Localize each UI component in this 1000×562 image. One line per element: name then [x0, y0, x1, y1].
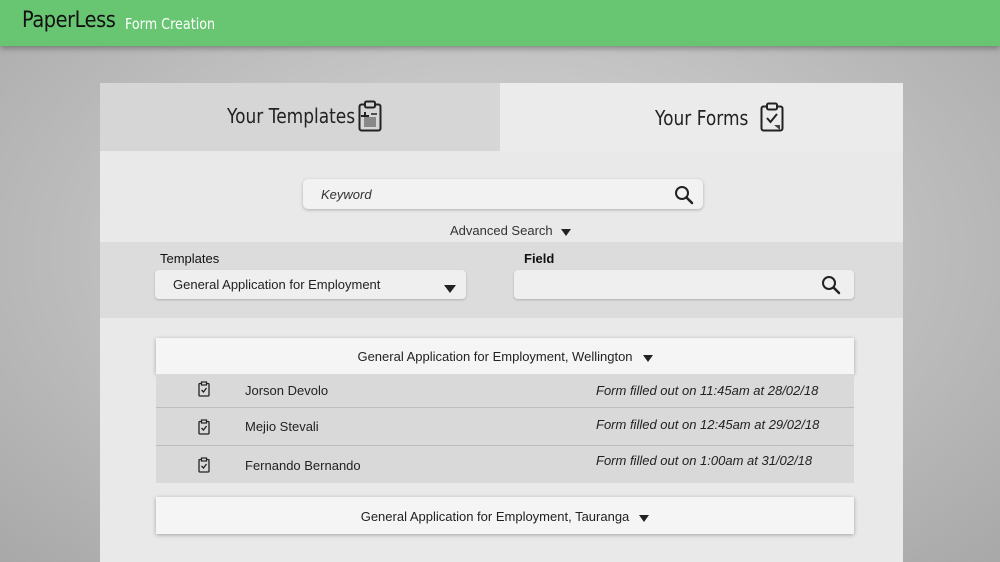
applicant-name: Jorson Devolo	[245, 383, 329, 398]
group-header-wellington[interactable]: General Application for Employment, Well…	[156, 338, 854, 374]
group-title: General Application for Employment, Well…	[357, 349, 633, 364]
filled-timestamp: Form filled out on 11:45am at 28/02/18	[596, 383, 819, 398]
templates-filter-label: Templates	[160, 251, 220, 266]
search-icon[interactable]	[674, 185, 694, 210]
search-icon[interactable]	[821, 275, 841, 300]
advanced-filters: Templates General Application for Employ…	[100, 242, 903, 318]
advanced-search-toggle[interactable]: Advanced Search	[450, 223, 571, 239]
clipboard-check-icon	[198, 457, 210, 478]
caret-down-icon	[444, 280, 456, 298]
tab-label: Your Forms	[655, 106, 749, 130]
templates-selected-value: General Application for Employment	[173, 277, 381, 292]
caret-down-icon	[560, 224, 571, 239]
filled-timestamp: Form filled out on 12:45am at 29/02/18	[596, 417, 820, 432]
group-header-tauranga[interactable]: General Application for Employment, Taur…	[156, 497, 854, 534]
applicant-name: Mejio Stevali	[245, 419, 319, 434]
advanced-search-label: Advanced Search	[450, 223, 553, 238]
caret-down-icon	[642, 350, 653, 365]
field-search-box	[514, 270, 854, 299]
tab-your-templates[interactable]: Your Templates	[100, 83, 500, 151]
templates-select[interactable]: General Application for Employment	[155, 270, 466, 299]
field-input[interactable]	[524, 276, 814, 294]
tab-label: Your Templates	[227, 104, 356, 128]
main-panel: Your Templates Your Forms Keyword Advanc…	[100, 83, 903, 562]
clipboard-check-icon	[760, 102, 784, 137]
clipboard-plus-icon	[358, 100, 382, 137]
filled-timestamp: Form filled out on 1:00am at 31/02/18	[596, 453, 813, 468]
app-brand: PaperLess	[22, 8, 116, 33]
form-entry-row[interactable]: Fernando Bernando Form filled out on 1:0…	[156, 446, 854, 483]
clipboard-check-icon	[198, 419, 210, 440]
caret-down-icon	[639, 510, 650, 525]
applicant-name: Fernando Bernando	[245, 458, 361, 473]
keyword-search-box	[303, 179, 703, 209]
form-entry-row[interactable]: Jorson Devolo Form filled out on 11:45am…	[156, 374, 854, 408]
top-app-bar: PaperLess Form Creation	[0, 0, 1000, 46]
clipboard-check-icon	[198, 381, 210, 402]
field-filter-label: Field	[524, 251, 555, 266]
form-entry-row[interactable]: Mejio Stevali Form filled out on 12:45am…	[156, 408, 854, 446]
group-title: General Application for Employment, Taur…	[360, 509, 630, 524]
keyword-input[interactable]	[321, 185, 661, 203]
tab-your-forms[interactable]: Your Forms	[500, 83, 903, 151]
section-title: Form Creation	[125, 15, 216, 33]
